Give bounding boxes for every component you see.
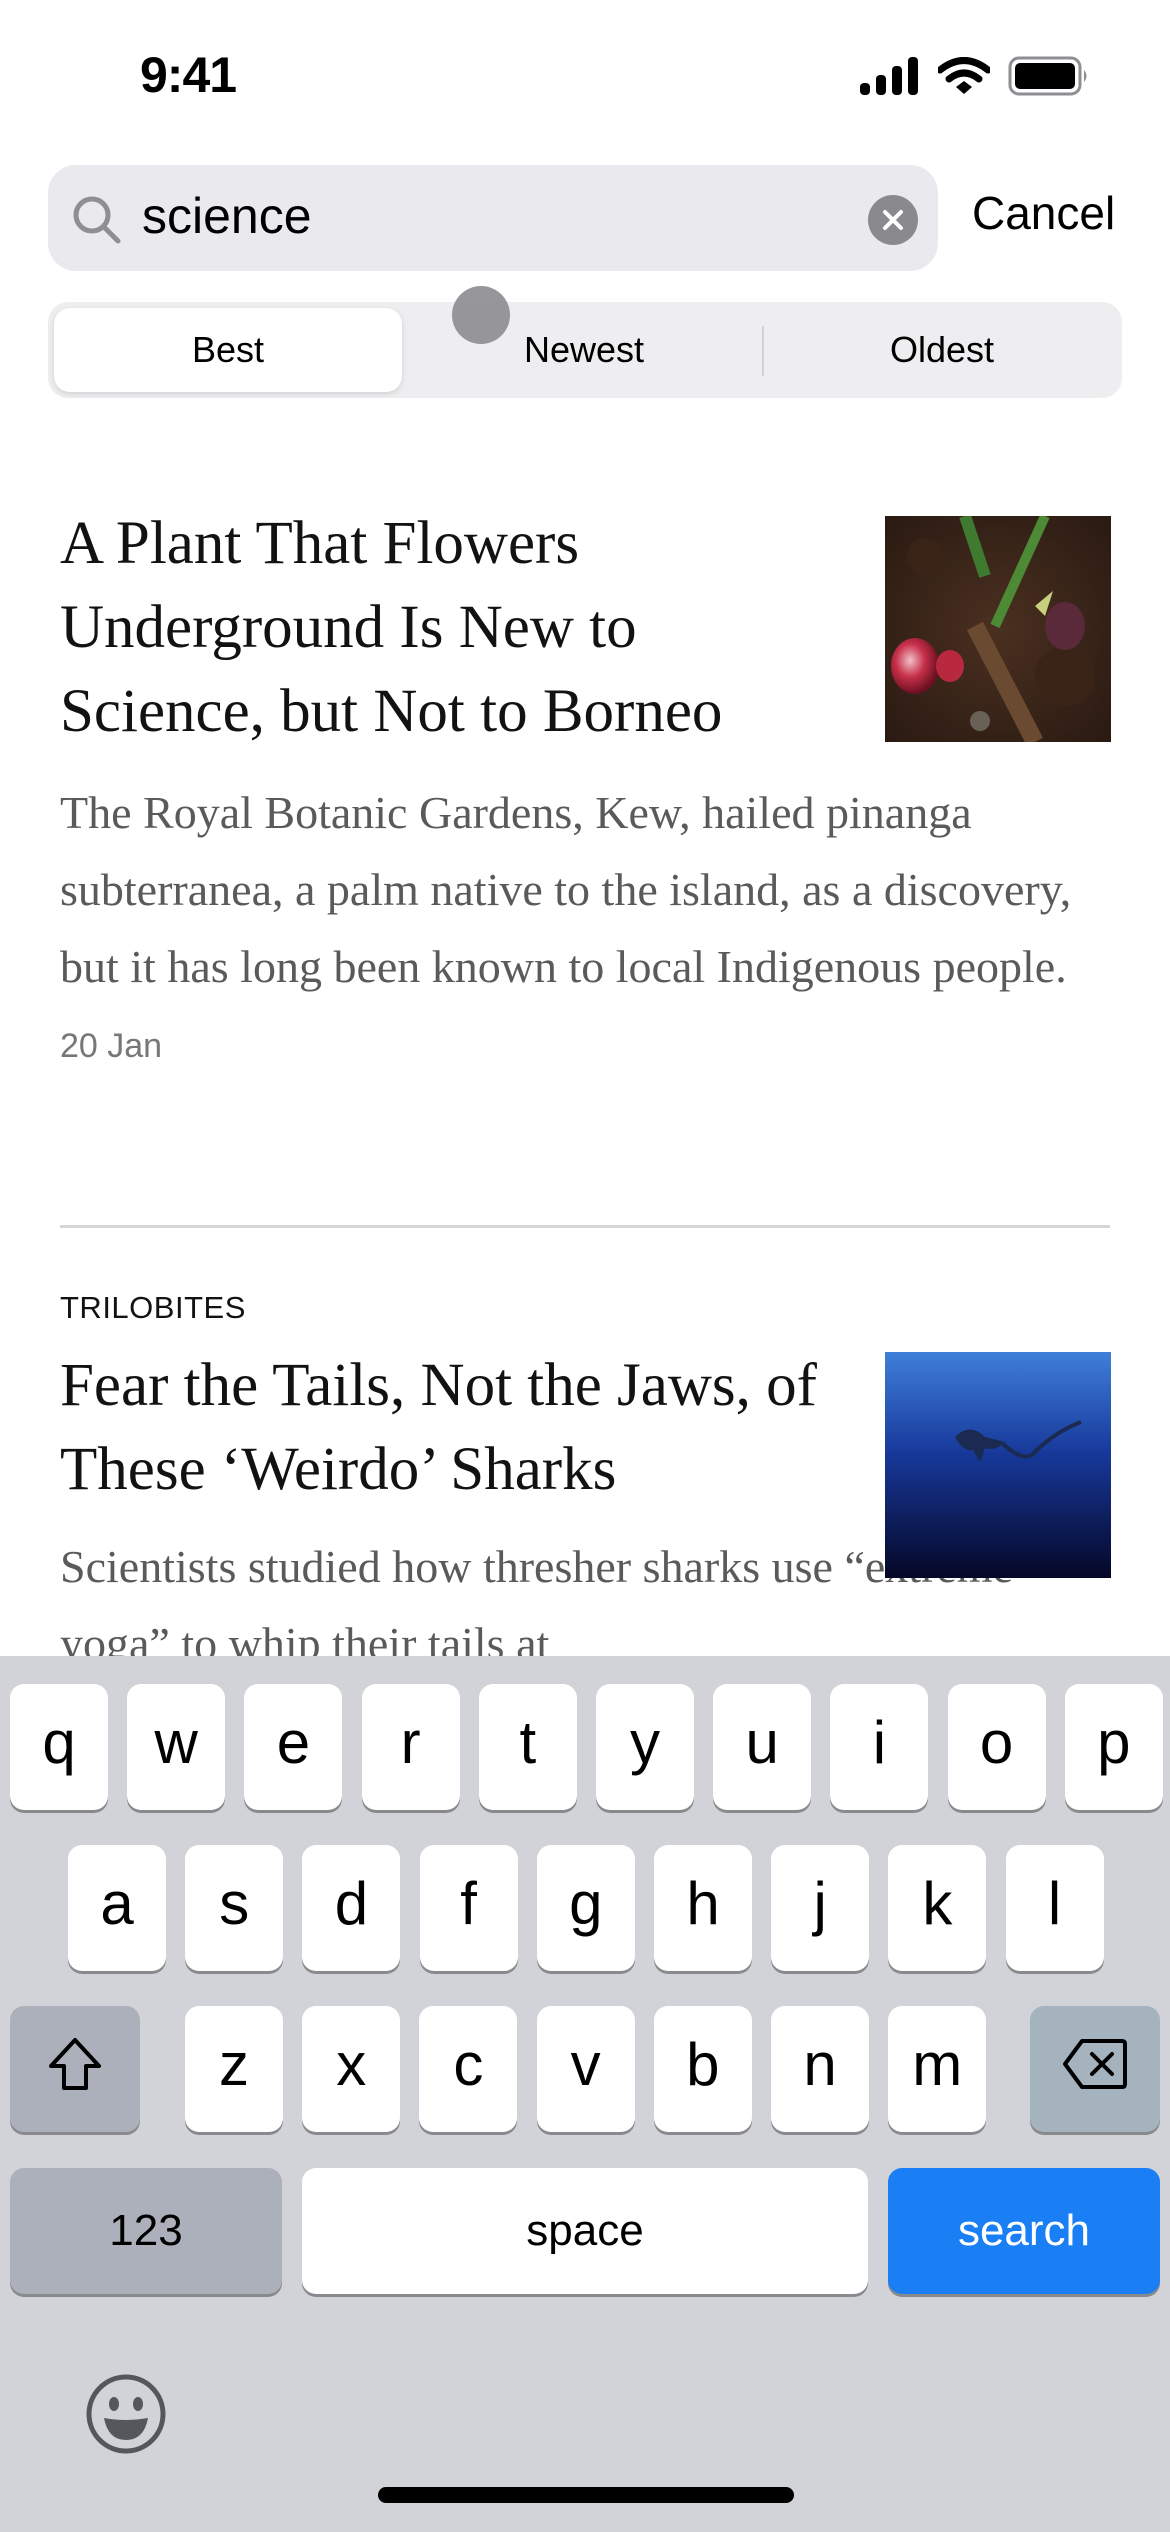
search-field[interactable]: science	[48, 165, 938, 271]
key-h[interactable]: h	[654, 1845, 752, 1971]
key-y[interactable]: y	[596, 1684, 694, 1810]
clear-search-button[interactable]	[868, 195, 918, 245]
status-icons	[860, 56, 1090, 96]
key-x[interactable]: x	[302, 2006, 401, 2132]
shift-key[interactable]	[10, 2006, 140, 2132]
key-p[interactable]: p	[1064, 1684, 1163, 1810]
key-s[interactable]: s	[185, 1845, 284, 1971]
key-k[interactable]: k	[888, 1845, 987, 1971]
key-m[interactable]: m	[888, 2006, 987, 2132]
wifi-icon	[938, 57, 990, 94]
status-time: 9:41	[140, 47, 237, 103]
thresher-shark-photo	[885, 1352, 1111, 1578]
key-u[interactable]: u	[713, 1684, 812, 1810]
article-thumbnail[interactable]	[885, 513, 1111, 747]
article-headline[interactable]: Fear the Tails, Not the Jaws, of These ‘…	[60, 1344, 840, 1512]
article-kicker: TRILOBITES	[60, 1290, 246, 1325]
key-t[interactable]: t	[478, 1684, 577, 1810]
key-i[interactable]: i	[830, 1684, 929, 1810]
status-bar: 9:41	[0, 0, 1170, 150]
emoji-button[interactable]	[84, 2372, 168, 2456]
article-headline[interactable]: A Plant That Flowers Underground Is New …	[60, 502, 800, 754]
key-r[interactable]: r	[361, 1684, 460, 1810]
key-j[interactable]: j	[771, 1845, 870, 1971]
delete-key[interactable]	[1030, 2006, 1160, 2132]
article-summary-text: Scientists studied how thresher sharks u…	[60, 1541, 1013, 1669]
search-icon	[73, 196, 121, 244]
home-indicator	[378, 2487, 794, 2503]
sort-segmented-control: Best Newest Oldest	[48, 302, 1122, 398]
key-f[interactable]: f	[419, 1845, 518, 1971]
key-g[interactable]: g	[536, 1845, 635, 1971]
key-q[interactable]: q	[10, 1684, 108, 1810]
key-z[interactable]: z	[185, 2006, 283, 2132]
key-d[interactable]: d	[302, 1845, 401, 1971]
sort-tab-oldest[interactable]: Oldest	[768, 308, 1116, 392]
key-v[interactable]: v	[536, 2006, 635, 2132]
key-n[interactable]: n	[771, 2006, 869, 2132]
plant-in-soil-photo	[885, 513, 1111, 747]
article-thumbnail[interactable]	[885, 1352, 1111, 1578]
emoji-icon	[86, 2374, 166, 2454]
clear-icon	[883, 210, 903, 230]
numbers-key[interactable]: 123	[10, 2168, 282, 2294]
cancel-button[interactable]: Cancel	[972, 186, 1115, 240]
search-input[interactable]: science	[142, 187, 312, 245]
key-l[interactable]: l	[1005, 1845, 1104, 1971]
touch-indicator	[452, 286, 510, 344]
shift-icon	[49, 2038, 101, 2090]
key-a[interactable]: a	[68, 1845, 166, 1971]
key-w[interactable]: w	[127, 1684, 226, 1810]
article-date: 20 Jan	[60, 1027, 163, 1065]
article-divider	[60, 1225, 1110, 1228]
key-e[interactable]: e	[244, 1684, 343, 1810]
battery-icon	[1008, 56, 1087, 96]
delete-icon	[1063, 2039, 1127, 2089]
segment-divider	[762, 326, 764, 376]
article-summary: The Royal Botanic Gardens, Kew, hailed p…	[60, 787, 1072, 992]
search-key[interactable]: search	[888, 2168, 1160, 2294]
key-b[interactable]: b	[653, 2006, 752, 2132]
space-key[interactable]: space	[302, 2168, 868, 2294]
sort-tab-best[interactable]: Best	[54, 308, 402, 392]
cellular-signal-icon	[860, 57, 918, 95]
key-o[interactable]: o	[947, 1684, 1046, 1810]
key-c[interactable]: c	[419, 2006, 518, 2132]
